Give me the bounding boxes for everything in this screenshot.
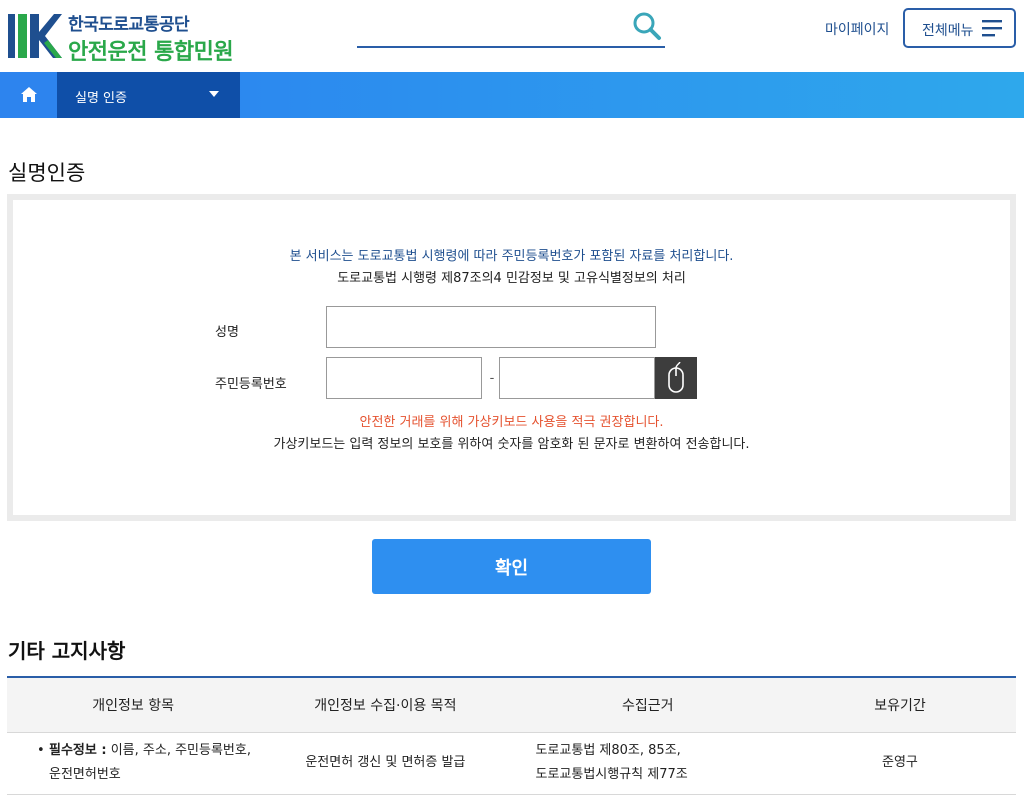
hamburger-icon — [982, 20, 1002, 37]
location-nav: 실명 인증 — [0, 72, 1024, 118]
item-text: 운전면허번호 — [49, 767, 121, 782]
name-label: 성명 — [215, 325, 239, 340]
site-header: 한국도로교통공단 안전운전 통합민원 마이페이지 전체메뉴 — [0, 0, 1024, 72]
page-title: 실명인증 — [8, 161, 86, 185]
full-menu-label: 전체메뉴 — [922, 23, 974, 39]
logo-mark-icon — [8, 14, 62, 58]
vkb-info-notice: 가상키보드는 입력 정보의 보호를 위하여 숫자를 암호화 된 문자로 변환하여… — [273, 437, 750, 452]
rrn-label: 주민등록번호 — [215, 377, 287, 392]
mouse-icon — [668, 362, 684, 393]
basis-text: 도로교통법 제80조, 85조, — [535, 743, 681, 758]
site-logo[interactable]: 한국도로교통공단 안전운전 통합민원 — [8, 8, 248, 65]
virtual-keyboard-button[interactable] — [655, 357, 697, 399]
service-notice: 본 서비스는 도로교통법 시행령에 따라 주민등록번호가 포함된 자료를 처리합… — [289, 249, 734, 264]
table-cell-item: • 필수정보 : 이름, 주소, 주민등록번호, 운전면허번호 — [7, 732, 260, 795]
column-header: 개인정보 수집·이용 목적 — [259, 677, 512, 733]
privacy-notice-table: 개인정보 항목 개인정보 수집·이용 목적 수집근거 보유기간 • 필수정보 : … — [7, 676, 1016, 795]
nav-dropdown-realname[interactable]: 실명 인증 — [57, 72, 240, 118]
logo-service-name: 안전운전 통합민원 — [68, 40, 234, 65]
search-icon[interactable] — [631, 10, 663, 42]
column-header: 개인정보 항목 — [7, 677, 260, 733]
nav-dropdown-label: 실명 인증 — [75, 91, 127, 106]
column-header: 보유기간 — [783, 677, 1016, 733]
legal-basis-notice: 도로교통법 시행령 제87조의4 민감정보 및 고유식별정보의 처리 — [337, 271, 686, 286]
column-header: 수집근거 — [511, 677, 784, 733]
item-text: 이름, 주소, 주민등록번호, — [106, 743, 251, 758]
rrn-dash: - — [489, 371, 495, 386]
notices-title: 기타 고지사항 — [8, 639, 126, 663]
table-cell-retention: 준영구 — [783, 732, 1016, 795]
table-row: • 필수정보 : 이름, 주소, 주민등록번호, 운전면허번호 운전면허 갱신 및… — [7, 732, 1016, 795]
search-input[interactable] — [357, 12, 617, 44]
search-bar — [357, 8, 665, 48]
name-input[interactable] — [326, 306, 656, 348]
confirm-button[interactable]: 확인 — [372, 539, 651, 594]
table-cell-basis: 도로교통법 제80조, 85조, 도로교통법시행규칙 제77조 — [511, 732, 784, 795]
caret-down-icon — [209, 91, 219, 97]
home-button[interactable] — [0, 72, 57, 118]
basis-text: 도로교통법시행규칙 제77조 — [535, 767, 688, 782]
full-menu-button[interactable]: 전체메뉴 — [903, 8, 1016, 48]
realname-auth-box: 본 서비스는 도로교통법 시행령에 따라 주민등록번호가 포함된 자료를 처리합… — [7, 194, 1016, 521]
bullet: • — [37, 743, 45, 758]
vkb-recommend-notice: 안전한 거래를 위해 가상키보드 사용을 적극 권장합니다. — [359, 415, 664, 430]
rrn-back-input[interactable] — [499, 357, 655, 399]
required-info-label: 필수정보 : — [49, 743, 107, 758]
logo-org-name: 한국도로교통공단 — [68, 15, 190, 35]
home-icon — [21, 87, 37, 102]
table-cell-purpose: 운전면허 갱신 및 면허증 발급 — [259, 732, 512, 795]
table-header-row: 개인정보 항목 개인정보 수집·이용 목적 수집근거 보유기간 — [7, 677, 1016, 733]
rrn-front-input[interactable] — [326, 357, 482, 399]
mypage-link[interactable]: 마이페이지 — [825, 19, 889, 39]
